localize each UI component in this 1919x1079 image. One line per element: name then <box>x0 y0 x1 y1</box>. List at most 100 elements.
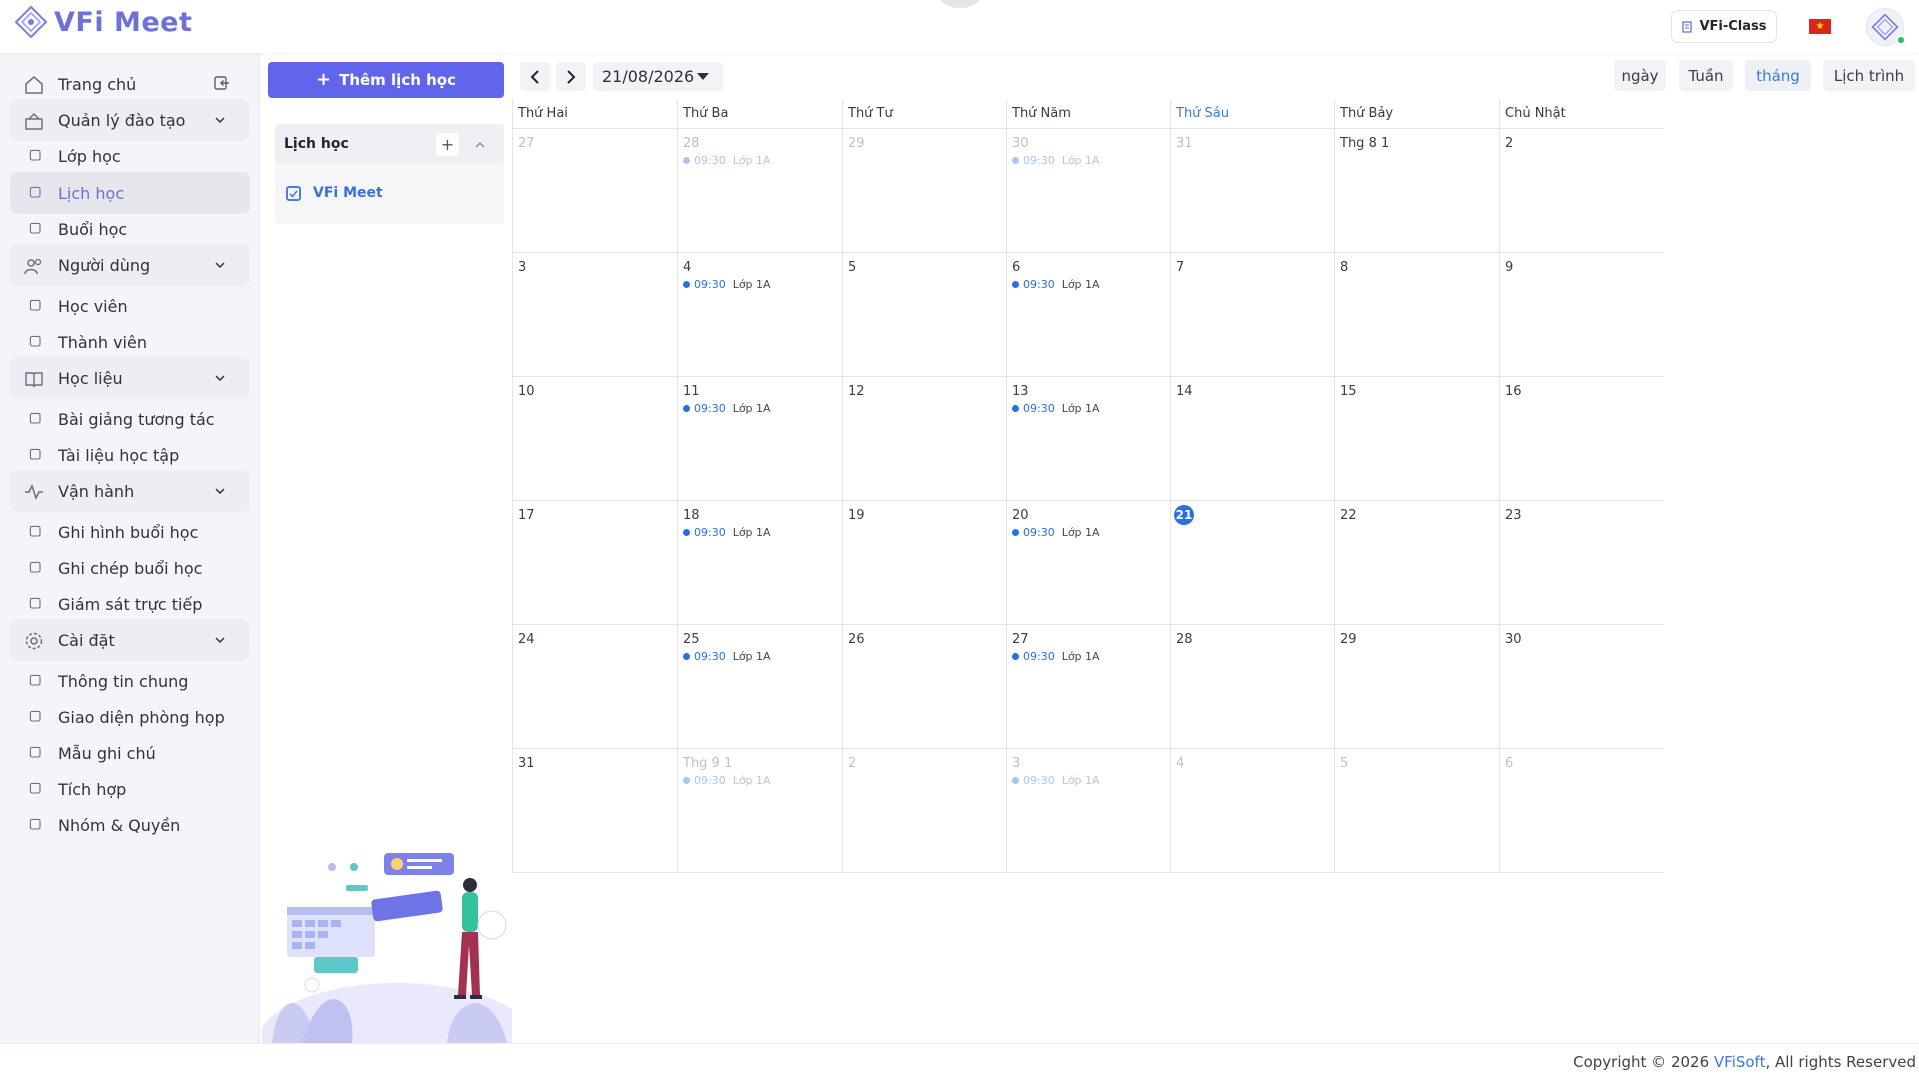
day-number: 4 <box>683 260 692 275</box>
day-cell[interactable]: 2 <box>842 749 1006 873</box>
sidebar-item-label: Ghi chép buổi học <box>58 558 203 578</box>
day-cell[interactable]: 31 <box>512 749 677 873</box>
day-cell[interactable]: 29 <box>1334 625 1499 749</box>
sidebar-item-20[interactable]: Nhóm & Quyền <box>10 804 250 846</box>
sidebar-item-label: Thành viên <box>58 332 147 352</box>
sidebar-item-2[interactable]: Lớp học <box>10 135 250 177</box>
calendar-event[interactable]: 09:30 Lớp 1A <box>1012 402 1100 415</box>
calendar-event[interactable]: 09:30 Lớp 1A <box>683 774 771 787</box>
day-cell[interactable]: 22 <box>1334 501 1499 625</box>
day-cell[interactable]: 16 <box>1499 377 1664 501</box>
event-dot-icon <box>683 157 690 164</box>
view-schedule-button[interactable]: Lịch trình <box>1823 60 1915 91</box>
day-cell[interactable]: 5 <box>1334 749 1499 873</box>
sidebar-item-8[interactable]: Học liệu <box>10 357 250 399</box>
day-cell[interactable]: 4 09:30 Lớp 1A <box>677 253 842 377</box>
day-cell[interactable]: 3 09:30 Lớp 1A <box>1006 749 1170 873</box>
day-cell[interactable]: 21 <box>1170 501 1334 625</box>
day-cell[interactable]: Thg 8 1 <box>1334 129 1499 253</box>
day-cell[interactable]: 11 09:30 Lớp 1A <box>677 377 842 501</box>
vietnam-flag-icon[interactable]: ★ <box>1809 19 1831 34</box>
event-title: Lớp 1A <box>1061 278 1100 291</box>
calendar-event[interactable]: 09:30 Lớp 1A <box>683 402 771 415</box>
day-cell[interactable]: Thg 9 1 09:30 Lớp 1A <box>677 749 842 873</box>
day-cell[interactable]: 12 <box>842 377 1006 501</box>
day-number: 6 <box>1012 260 1021 275</box>
day-cell[interactable]: 27 09:30 Lớp 1A <box>1006 625 1170 749</box>
view-month-button[interactable]: tháng <box>1745 60 1811 91</box>
calendar-event[interactable]: 09:30 Lớp 1A <box>683 154 771 167</box>
copyright-brand-link[interactable]: VFiSoft <box>1714 1053 1766 1071</box>
collapse-sidebar-icon[interactable] <box>213 74 231 92</box>
prev-month-button[interactable] <box>520 62 550 91</box>
calendar-event[interactable]: 09:30 Lớp 1A <box>1012 278 1100 291</box>
day-cell[interactable]: 26 <box>842 625 1006 749</box>
calendar-event[interactable]: 09:30 Lớp 1A <box>1012 650 1100 663</box>
event-title: Lớp 1A <box>732 774 771 787</box>
day-cell[interactable]: 4 <box>1170 749 1334 873</box>
sidebar-item-label: Vận hành <box>58 481 135 501</box>
sidebar-item-label: Giám sát trực tiếp <box>58 594 203 614</box>
sidebar-item-15[interactable]: Cài đặt <box>10 619 250 661</box>
sidebar-item-label: Lớp học <box>58 146 121 166</box>
day-cell[interactable]: 19 <box>842 501 1006 625</box>
day-number: 13 <box>1012 384 1029 399</box>
info-icon <box>28 673 44 689</box>
day-number: 14 <box>1176 384 1193 399</box>
day-cell[interactable]: 20 09:30 Lớp 1A <box>1006 501 1170 625</box>
calendar-event[interactable]: 09:30 Lớp 1A <box>1012 526 1100 539</box>
day-cell[interactable]: 29 <box>842 129 1006 253</box>
date-picker[interactable]: 21/08/2026 <box>593 62 723 91</box>
day-cell[interactable]: 15 <box>1334 377 1499 501</box>
day-cell[interactable]: 28 <box>1170 625 1334 749</box>
day-cell[interactable]: 30 09:30 Lớp 1A <box>1006 129 1170 253</box>
top-bar: VFi Meet VFi-Class ★ <box>0 0 1919 53</box>
day-cell[interactable]: 31 <box>1170 129 1334 253</box>
day-cell[interactable]: 2 <box>1499 129 1664 253</box>
current-date: 21/08/2026 <box>602 67 695 86</box>
vfi-class-button[interactable]: VFi-Class <box>1671 10 1777 43</box>
sidebar-item-11[interactable]: Vận hành <box>10 470 250 512</box>
calendar-label[interactable]: VFi Meet <box>313 185 383 201</box>
app-logo[interactable]: VFi Meet <box>14 5 192 39</box>
check-icon <box>289 189 298 198</box>
day-cell[interactable]: 5 <box>842 253 1006 377</box>
view-week-button[interactable]: Tuần <box>1679 60 1733 91</box>
calendar-event[interactable]: 09:30 Lớp 1A <box>683 526 771 539</box>
add-calendar-icon[interactable]: + <box>436 133 459 156</box>
day-cell[interactable]: 27 <box>512 129 677 253</box>
calendar-event[interactable]: 09:30 Lớp 1A <box>683 650 771 663</box>
day-cell[interactable]: 6 <box>1499 749 1664 873</box>
day-cell[interactable]: 9 <box>1499 253 1664 377</box>
day-cell[interactable]: 17 <box>512 501 677 625</box>
day-cell[interactable]: 6 09:30 Lớp 1A <box>1006 253 1170 377</box>
calendar-event[interactable]: 09:30 Lớp 1A <box>683 278 771 291</box>
event-title: Lớp 1A <box>732 526 771 539</box>
day-cell[interactable]: 18 09:30 Lớp 1A <box>677 501 842 625</box>
view-day-button[interactable]: ngày <box>1614 60 1666 91</box>
calendar-event[interactable]: 09:30 Lớp 1A <box>1012 154 1100 167</box>
day-cell[interactable]: 10 <box>512 377 677 501</box>
day-cell[interactable]: 7 <box>1170 253 1334 377</box>
day-cell[interactable]: 8 <box>1334 253 1499 377</box>
day-number: 7 <box>1176 260 1185 275</box>
chevron-up-icon[interactable] <box>470 135 490 155</box>
day-cell[interactable]: 13 09:30 Lớp 1A <box>1006 377 1170 501</box>
next-month-button[interactable] <box>556 62 586 91</box>
day-cell[interactable]: 14 <box>1170 377 1334 501</box>
day-cell[interactable]: 3 <box>512 253 677 377</box>
day-cell[interactable]: 30 <box>1499 625 1664 749</box>
event-time: 09:30 <box>1023 154 1055 167</box>
event-time: 09:30 <box>694 650 726 663</box>
sidebar-item-5[interactable]: Người dùng <box>10 244 250 286</box>
integration-icon <box>28 781 44 797</box>
calendar-event[interactable]: 09:30 Lớp 1A <box>1012 774 1100 787</box>
day-number: 3 <box>1012 756 1021 771</box>
day-cell[interactable]: 23 <box>1499 501 1664 625</box>
add-schedule-button[interactable]: + Thêm lịch học <box>268 62 504 98</box>
day-cell[interactable]: 28 09:30 Lớp 1A <box>677 129 842 253</box>
day-cell[interactable]: 25 09:30 Lớp 1A <box>677 625 842 749</box>
calendar-checkbox[interactable] <box>286 186 301 201</box>
day-cell[interactable]: 24 <box>512 625 677 749</box>
event-time: 09:30 <box>1023 402 1055 415</box>
